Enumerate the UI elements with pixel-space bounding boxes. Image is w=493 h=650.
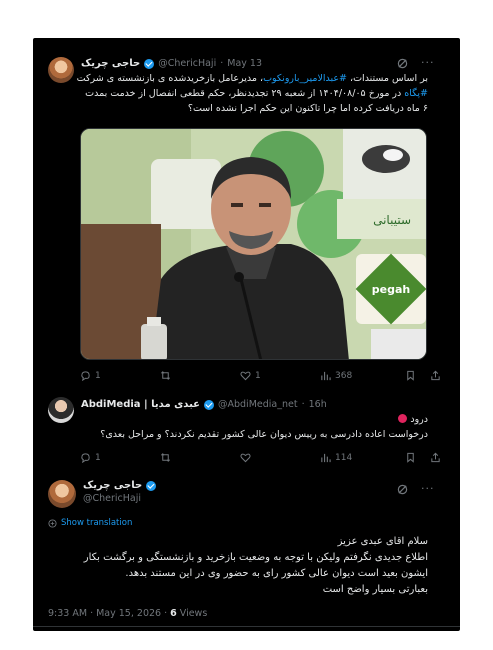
like-count: 1 — [255, 370, 261, 381]
share-icon — [431, 370, 440, 381]
tweet2-header: AbdiMedia | عبدی مدیا @AbdiMedia_net · 1… — [81, 399, 327, 410]
hashtag-link[interactable]: #عبدالامیر_بارونکوب — [263, 73, 347, 84]
avatar[interactable] — [48, 480, 76, 508]
reply-count: 1 — [95, 452, 101, 463]
text-segment: در مورخ ۱۴۰۴/۰۸/۰۵ از شعبه ۲۹ تجدیدنظر، … — [85, 88, 405, 99]
text-segment: بر اساس مستندات، — [347, 73, 428, 84]
photo-logo-text: pegah — [372, 283, 410, 296]
show-translation-label: Show translation — [61, 518, 133, 528]
handle[interactable]: @ChericHaji — [83, 493, 156, 504]
handle[interactable]: @AbdiMedia_net — [218, 399, 298, 410]
separator-dot: · — [220, 58, 224, 69]
repost-button[interactable] — [160, 452, 171, 463]
share-button[interactable] — [430, 370, 441, 381]
tweet1-line3: ۶ ماه دریافت کرده اما چرا تاکنون این حکم… — [187, 103, 428, 114]
reply-button[interactable]: 1 — [80, 452, 101, 463]
more-options-icon[interactable]: ··· — [421, 56, 435, 69]
tweet3-text: سلام اقای عبدی عزیز اطلاع جدیدی نگرفتم و… — [48, 534, 428, 598]
tweet3-line3: ایشون بعید است دیوان عالی کشور رای به حض… — [125, 568, 428, 579]
verified-badge-icon — [146, 480, 157, 491]
tweet1-text: بر اساس مستندات، #عبدالامیر_بارونکوب، مد… — [48, 71, 428, 116]
red-circle-emoji — [398, 414, 408, 423]
views-label: Views — [176, 608, 208, 619]
display-name[interactable]: حاجی چریک — [81, 58, 140, 69]
repost-button[interactable] — [160, 370, 175, 381]
tweet-date[interactable]: May 13 — [227, 58, 262, 69]
tweet1-header: حاجی چریک @ChericHaji · May 13 — [81, 58, 262, 69]
text-segment: ، مدیرعامل بازخریدشده ی بازنشسته ی شرکت — [76, 73, 264, 84]
thread-container: حاجی چریک @ChericHaji · May 13 ··· بر اس… — [33, 38, 460, 631]
bookmark-icon — [407, 452, 414, 463]
tweet2-line2: درخواست اعاده دادرسی به رییس دیوان عالی … — [100, 429, 428, 440]
reply-icon — [81, 453, 90, 463]
text-segment: درود — [410, 414, 428, 425]
translate-icon — [48, 518, 57, 528]
like-icon — [240, 371, 251, 381]
tweet3-line1: سلام اقای عبدی عزیز — [337, 536, 428, 547]
views-button[interactable]: 114 — [320, 452, 352, 463]
more-options-icon[interactable]: ··· — [421, 482, 435, 495]
hashtag-link[interactable]: #پگاه — [404, 88, 428, 99]
handle[interactable]: @ChericHaji — [158, 58, 216, 69]
reply-count: 1 — [95, 370, 101, 381]
display-name[interactable]: حاجی چریک — [83, 480, 142, 491]
tweet3-line4: بعبارتی بسیار واضح است — [322, 584, 428, 595]
photo-sign-text: ستیبانی — [373, 213, 411, 227]
verified-badge-icon — [144, 58, 155, 69]
like-button[interactable]: 1 — [240, 370, 261, 381]
tweet2-actions: 1 114 — [80, 452, 450, 466]
views-count: 114 — [335, 452, 353, 463]
tweet1-line1: بر اساس مستندات، #عبدالامیر_بارونکوب، مد… — [48, 71, 428, 86]
display-name[interactable]: AbdiMedia | عبدی مدیا — [81, 399, 200, 410]
tweet1-actions: 1 1 368 — [80, 370, 450, 384]
tweet-timestamp[interactable]: 9:33 AM · May 15, 2026 · 6 Views — [48, 608, 207, 619]
views-icon — [321, 453, 331, 463]
tweet3-line2: اطلاع جدیدی نگرفتم ولیکن با توجه به وضعی… — [83, 552, 428, 563]
tweet3-header: حاجی چریک @ChericHaji — [83, 480, 157, 504]
views-count: 6 — [170, 608, 177, 619]
grok-icon[interactable] — [397, 484, 408, 495]
repost-icon — [161, 453, 170, 462]
share-icon — [431, 452, 440, 463]
like-button[interactable] — [240, 452, 251, 463]
reply-button[interactable]: 1 — [80, 370, 101, 381]
tweet-photo[interactable]: ستیبانی pegah — [80, 128, 427, 360]
tweet-age[interactable]: 16h — [309, 399, 327, 410]
bookmark-button[interactable] — [405, 452, 416, 463]
tweet2-text: درود درخواست اعاده دادرسی به رییس دیوان … — [48, 412, 428, 442]
views-icon — [321, 371, 331, 381]
bookmark-button[interactable] — [405, 370, 416, 381]
show-translation-link[interactable]: Show translation — [48, 518, 132, 528]
views-count: 368 — [335, 370, 353, 381]
divider — [33, 626, 460, 627]
views-button[interactable]: 368 — [320, 370, 352, 381]
grok-icon[interactable] — [397, 58, 408, 69]
verified-badge-icon — [204, 399, 214, 410]
separator-dot: · — [301, 399, 305, 410]
repost-icon — [161, 371, 170, 380]
photo-illustration: ستیبانی pegah — [81, 129, 426, 359]
like-icon — [240, 453, 251, 463]
bookmark-icon — [407, 370, 414, 381]
reply-icon — [81, 371, 90, 381]
tweet2-line1: درود — [48, 412, 428, 427]
share-button[interactable] — [430, 452, 441, 463]
tweet1-line2: #پگاه در مورخ ۱۴۰۴/۰۸/۰۵ از شعبه ۲۹ تجدی… — [48, 86, 428, 101]
timestamp-text: 9:33 AM · May 15, 2026 · — [48, 608, 171, 619]
